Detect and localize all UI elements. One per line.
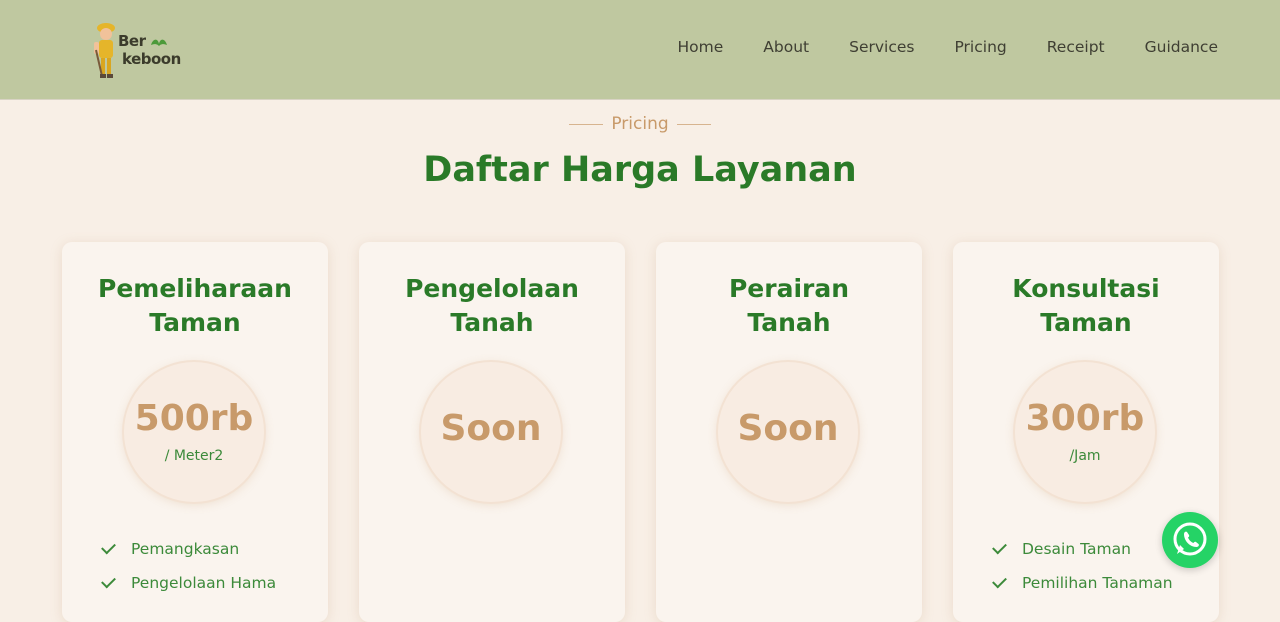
- site-header: Ber keboon Home About Services Pricing R…: [0, 0, 1280, 100]
- whatsapp-icon: [1173, 522, 1207, 556]
- section-title: Daftar Harga Layanan: [423, 150, 857, 190]
- feature-label: Pemangkasan: [131, 540, 240, 558]
- price-unit: /Jam: [1069, 448, 1101, 464]
- pricing-card-pengelolaan-tanah: Pengelolaan Tanah Soon: [359, 242, 625, 622]
- card-title-line2: Tanah: [450, 308, 534, 337]
- card-title: Pemeliharaan Taman: [62, 272, 328, 340]
- feature-item: Desain Taman: [992, 532, 1173, 566]
- card-title: Pengelolaan Tanah: [359, 272, 625, 340]
- card-title: Konsultasi Taman: [953, 272, 1219, 340]
- price-circle: Soon: [718, 362, 858, 502]
- feature-item: Pemilihan Tanaman: [992, 566, 1173, 600]
- price-circle: Soon: [421, 362, 561, 502]
- price-value: Soon: [737, 408, 839, 449]
- card-title-line2: Tanah: [747, 308, 831, 337]
- price-value: Soon: [440, 408, 542, 449]
- card-title-line1: Konsultasi: [1012, 274, 1160, 303]
- main-nav: Home About Services Pricing Receipt Guid…: [638, 38, 1219, 56]
- nav-about[interactable]: About: [763, 38, 809, 56]
- nav-guidance[interactable]: Guidance: [1145, 38, 1218, 56]
- eyebrow-text: Pricing: [611, 114, 669, 134]
- card-title: Perairan Tanah: [656, 272, 922, 340]
- nav-receipt[interactable]: Receipt: [1047, 38, 1105, 56]
- eyebrow-divider-left: [569, 123, 604, 125]
- check-icon: [101, 573, 116, 589]
- feature-label: Pemilihan Tanaman: [1022, 574, 1173, 592]
- pricing-card-perairan-tanah: Perairan Tanah Soon: [656, 242, 922, 622]
- card-title-line2: Taman: [1040, 308, 1132, 337]
- feature-item: Pengelolaan Hama: [101, 566, 277, 600]
- leaf-icon: [151, 39, 168, 46]
- section-eyebrow: Pricing: [0, 114, 1280, 134]
- price-circle: 500rb / Meter2: [124, 362, 264, 502]
- feature-item: Pemangkasan: [101, 532, 276, 566]
- pricing-card-pemeliharaan-taman: Pemeliharaan Taman 500rb / Meter2 Pemang…: [62, 242, 328, 622]
- nav-services[interactable]: Services: [849, 38, 914, 56]
- feature-list: Pemangkasan Pengelolaan Hama: [101, 532, 277, 600]
- eyebrow-divider-right: [676, 123, 711, 125]
- check-icon: [992, 539, 1007, 555]
- brand-name: Ber keboon: [118, 32, 181, 68]
- price-circle: 300rb /Jam: [1015, 362, 1155, 502]
- whatsapp-button[interactable]: [1162, 512, 1218, 568]
- card-title-line2: Taman: [149, 308, 241, 337]
- check-icon: [101, 539, 116, 555]
- price-value: 500rb: [134, 398, 254, 439]
- check-icon: [992, 573, 1007, 589]
- price-value: 300rb: [1025, 398, 1145, 439]
- card-title-line1: Perairan: [728, 274, 850, 303]
- card-title-line1: Pemeliharaan: [98, 274, 292, 303]
- brand-logo[interactable]: Ber keboon: [92, 20, 182, 80]
- card-title-line1: Pengelolaan: [405, 274, 579, 303]
- nav-home[interactable]: Home: [678, 38, 724, 56]
- price-unit: / Meter2: [164, 448, 224, 464]
- feature-label: Pengelolaan Hama: [131, 574, 277, 592]
- feature-label: Desain Taman: [1022, 540, 1131, 558]
- brand-line1: Ber: [118, 32, 146, 50]
- brand-line2: keboon: [122, 50, 181, 68]
- nav-pricing[interactable]: Pricing: [954, 38, 1006, 56]
- feature-list: Desain Taman Pemilihan Tanaman: [992, 532, 1173, 600]
